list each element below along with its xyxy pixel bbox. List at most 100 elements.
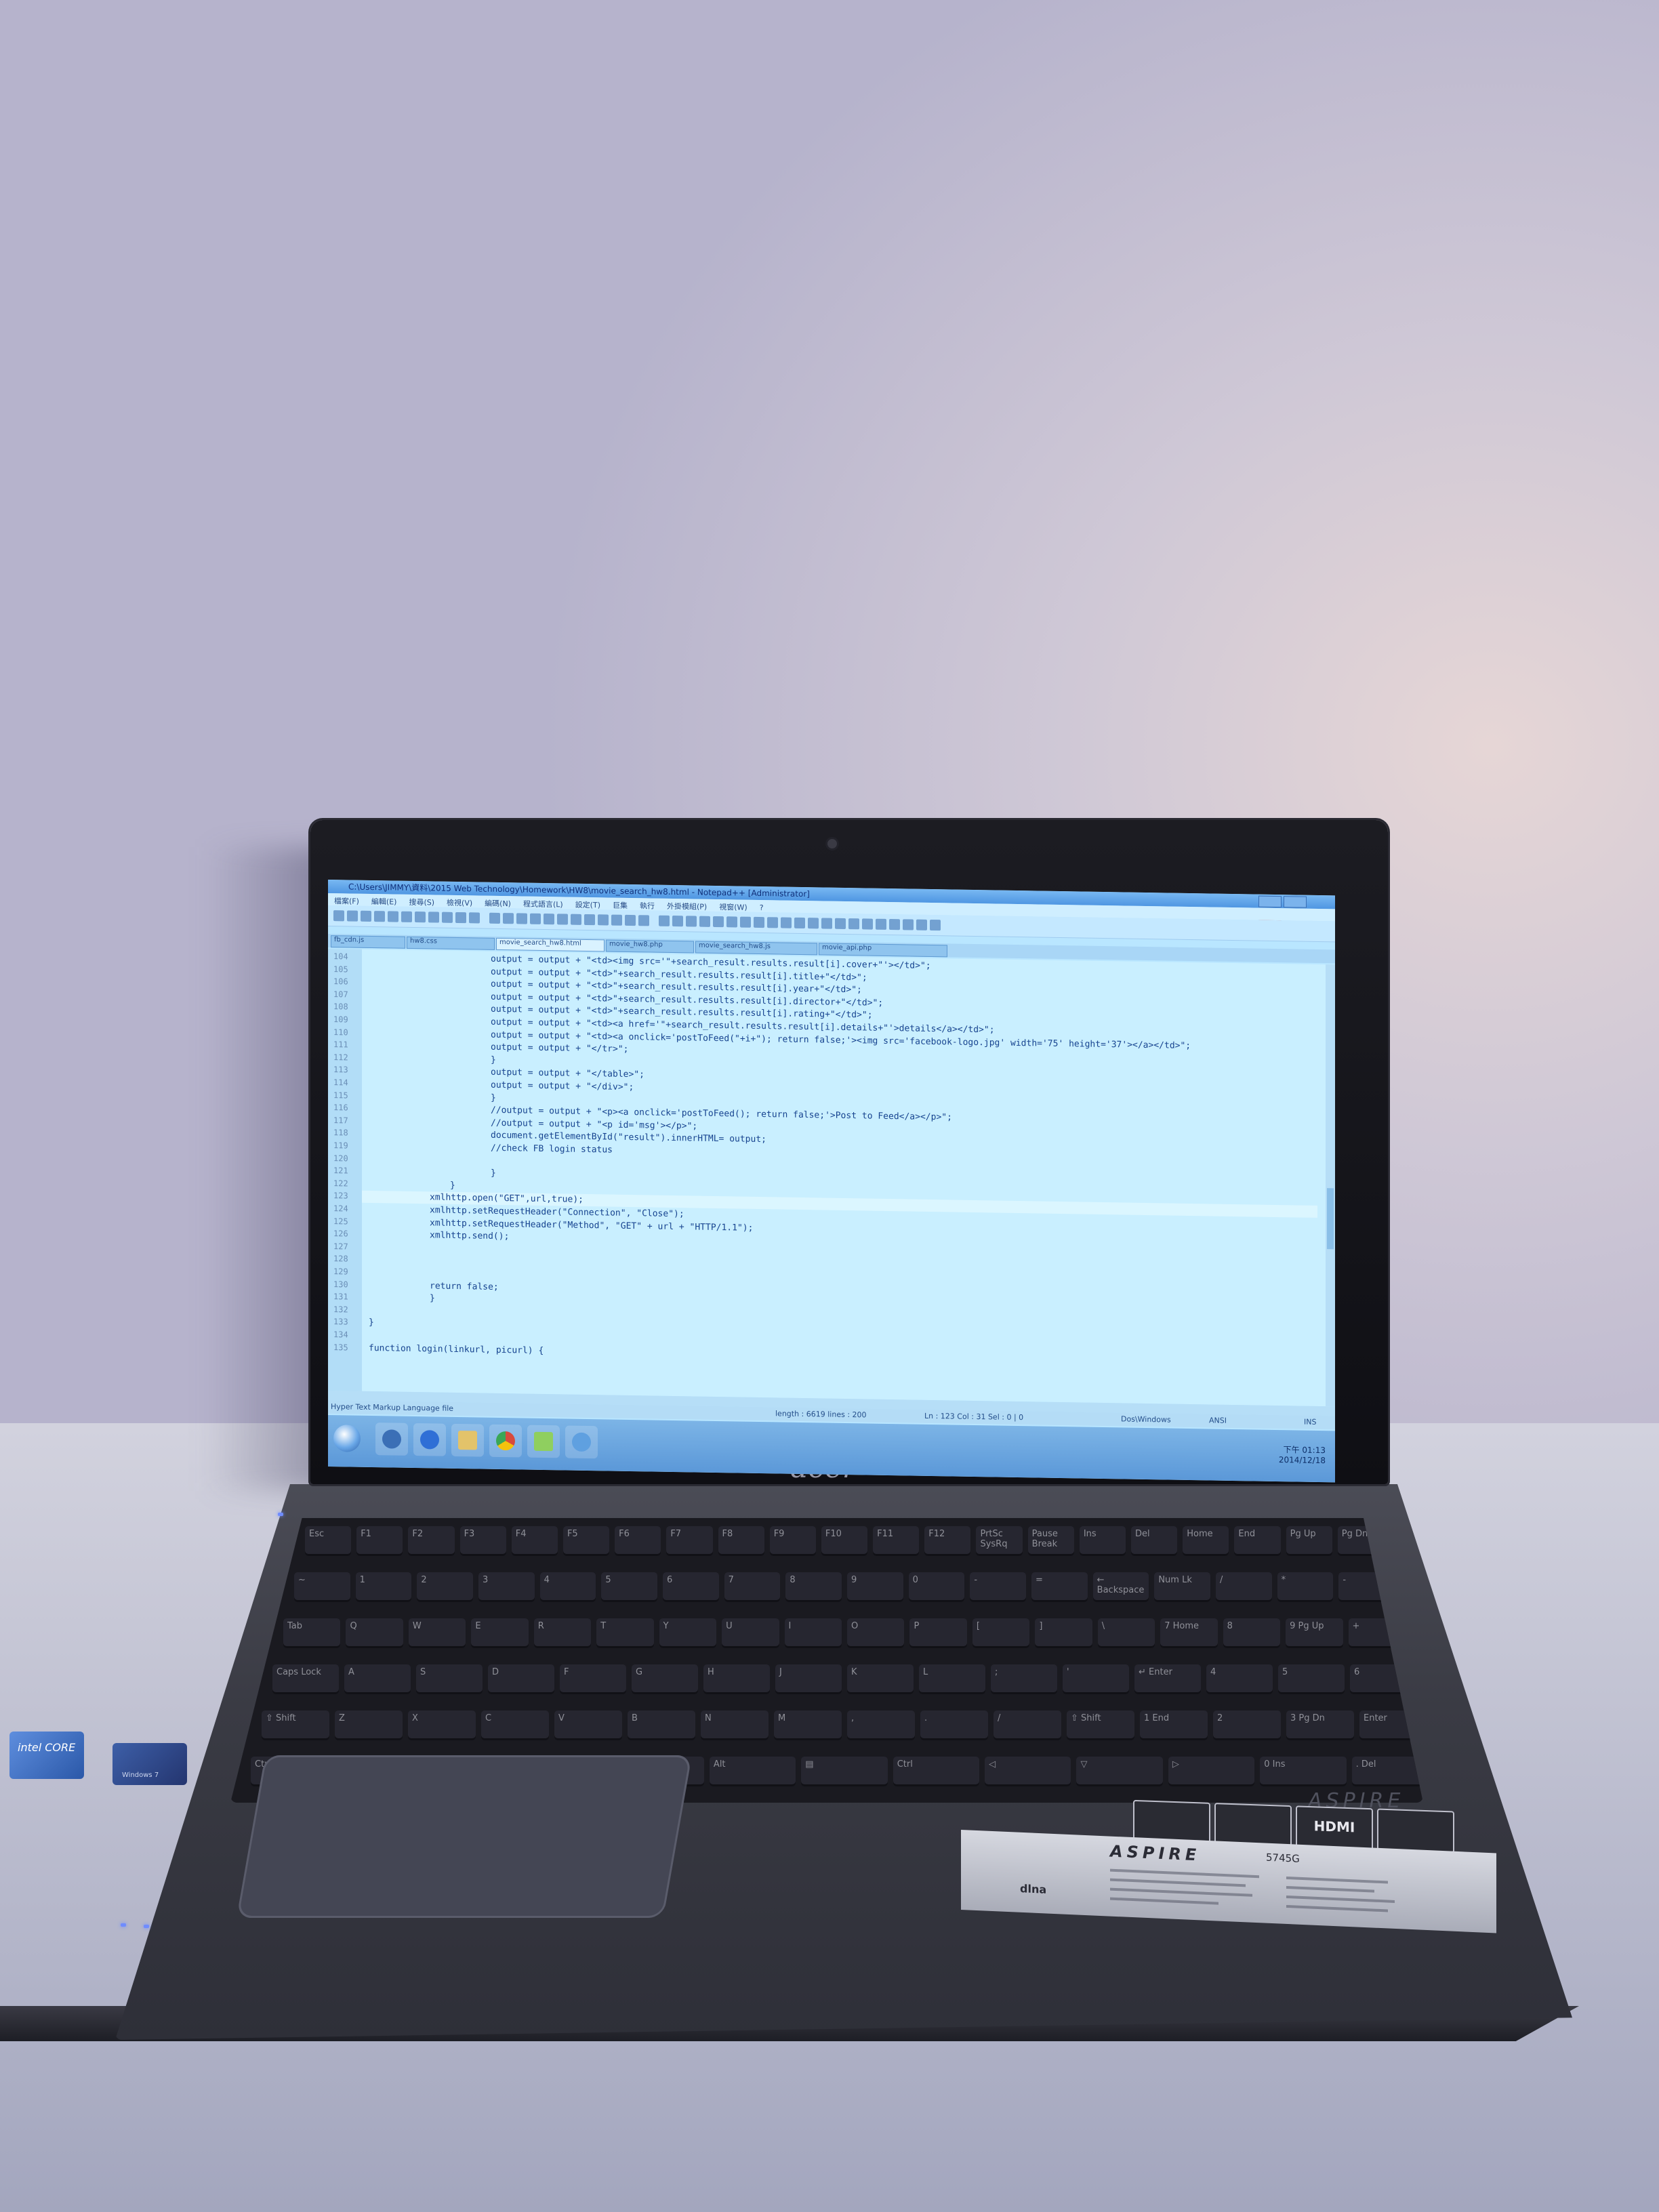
keyboard-key[interactable]: K <box>847 1664 914 1694</box>
keyboard-key[interactable]: 5 <box>601 1572 657 1602</box>
keyboard-key[interactable]: 7 Home <box>1160 1618 1218 1648</box>
keyboard-key[interactable]: 1 End <box>1140 1711 1208 1740</box>
toolbar-button-icon[interactable] <box>388 911 398 922</box>
keyboard-key[interactable]: V <box>554 1711 622 1740</box>
keyboard-key[interactable]: Del <box>1131 1526 1178 1556</box>
keyboard-key[interactable]: / <box>1216 1572 1272 1602</box>
toolbar-button-icon[interactable] <box>333 910 344 922</box>
keyboard-key[interactable]: . <box>920 1711 988 1740</box>
taskbar-ie-icon[interactable] <box>413 1422 446 1456</box>
keyboard-key[interactable]: X <box>408 1711 476 1740</box>
keyboard-key[interactable]: F4 <box>511 1526 558 1556</box>
keyboard-key[interactable]: Pause Break <box>1027 1526 1074 1556</box>
keyboard-key[interactable]: F3 <box>459 1526 506 1556</box>
touchpad[interactable] <box>236 1755 693 1918</box>
keyboard-key[interactable]: F6 <box>615 1526 661 1556</box>
keyboard-key[interactable]: M <box>774 1711 842 1740</box>
keyboard-key[interactable]: 2 <box>1213 1711 1281 1740</box>
keyboard-key[interactable]: L <box>919 1664 985 1694</box>
keyboard-key[interactable]: 1 <box>355 1572 412 1602</box>
keyboard-key[interactable]: / <box>994 1711 1061 1740</box>
toolbar-button-icon[interactable] <box>821 918 832 929</box>
toolbar-button-icon[interactable] <box>347 910 358 922</box>
start-button[interactable] <box>333 1425 361 1452</box>
keyboard-key[interactable]: D <box>488 1664 554 1694</box>
keyboard-key[interactable]: PrtSc SysRq <box>976 1526 1023 1556</box>
keyboard-key[interactable]: F7 <box>666 1526 713 1556</box>
minimize-button[interactable] <box>1258 895 1282 908</box>
toolbar-button-icon[interactable] <box>415 912 426 923</box>
toolbar-button-icon[interactable] <box>713 916 724 928</box>
editor-tab[interactable]: movie_search_hw8.js <box>695 941 817 956</box>
toolbar-button-icon[interactable] <box>699 916 710 927</box>
toolbar-button-icon[interactable] <box>557 914 568 925</box>
toolbar-button-icon[interactable] <box>889 919 900 930</box>
toolbar-button-icon[interactable] <box>930 919 941 931</box>
keyboard-key[interactable]: P <box>909 1618 967 1648</box>
toolbar-button-icon[interactable] <box>489 912 500 924</box>
keyboard-key[interactable]: Ctrl <box>893 1757 980 1786</box>
keyboard-key[interactable]: Esc <box>305 1526 352 1556</box>
toolbar-button-icon[interactable] <box>442 912 453 923</box>
toolbar-button-icon[interactable] <box>428 912 439 923</box>
code-editor[interactable]: 104 output = output + "<td><img src='"+se… <box>328 949 1335 1407</box>
toolbar-button-icon[interactable] <box>455 912 466 924</box>
maximize-button[interactable] <box>1284 896 1307 908</box>
toolbar-button-icon[interactable] <box>740 916 751 928</box>
editor-tab[interactable]: movie_hw8.php <box>606 939 694 954</box>
keyboard-key[interactable]: 6 <box>663 1572 719 1602</box>
toolbar-button-icon[interactable] <box>503 913 514 924</box>
toolbar-button-icon[interactable] <box>794 917 805 929</box>
keyboard-key[interactable]: F11 <box>873 1526 920 1556</box>
keyboard-key[interactable]: F2 <box>408 1526 455 1556</box>
toolbar-button-icon[interactable] <box>848 918 859 930</box>
keyboard-key[interactable]: Y <box>659 1618 717 1648</box>
keyboard-key[interactable]: 3 <box>478 1572 535 1602</box>
keyboard-key[interactable]: - <box>970 1572 1026 1602</box>
vertical-scrollbar[interactable] <box>1326 964 1335 1407</box>
keyboard-key[interactable]: U <box>722 1618 779 1648</box>
keyboard-key[interactable]: 0 <box>908 1572 965 1602</box>
taskbar-clock[interactable]: 下午 01:13 2014/12/18 <box>1279 1445 1326 1466</box>
scroll-thumb[interactable] <box>1327 1188 1334 1250</box>
keyboard-key[interactable]: Home <box>1183 1526 1229 1556</box>
keyboard-key[interactable]: Q <box>346 1618 403 1648</box>
toolbar-button-icon[interactable] <box>516 913 527 924</box>
keyboard-key[interactable]: E <box>471 1618 529 1648</box>
toolbar-button-icon[interactable] <box>808 918 819 929</box>
keyboard-key[interactable]: B <box>628 1711 695 1740</box>
keyboard-key[interactable]: ▽ <box>1076 1757 1163 1786</box>
keyboard-key[interactable]: Ins <box>1079 1526 1126 1556</box>
keyboard-key[interactable]: 2 <box>417 1572 473 1602</box>
keyboard-key[interactable]: 4 <box>539 1572 596 1602</box>
keyboard-key[interactable]: = <box>1031 1572 1088 1602</box>
keyboard-key[interactable]: A <box>344 1664 411 1694</box>
keyboard-key[interactable]: ▷ <box>1168 1757 1255 1786</box>
keyboard-key[interactable]: ' <box>1063 1664 1129 1694</box>
toolbar-button-icon[interactable] <box>876 918 886 930</box>
keyboard-key[interactable]: F <box>560 1664 626 1694</box>
editor-tab[interactable]: fb_cdn.js <box>331 935 405 949</box>
keyboard-key[interactable]: I <box>784 1618 842 1648</box>
keyboard-key[interactable]: J <box>775 1664 842 1694</box>
keyboard-key[interactable]: , <box>847 1711 915 1740</box>
toolbar-button-icon[interactable] <box>862 918 873 930</box>
toolbar-button-icon[interactable] <box>686 916 697 927</box>
keyboard-key[interactable]: N <box>701 1711 769 1740</box>
menu-item[interactable]: 巨集 <box>613 900 628 911</box>
toolbar-button-icon[interactable] <box>835 918 846 930</box>
keyboard-key[interactable]: 8 <box>785 1572 842 1602</box>
toolbar-button-icon[interactable] <box>726 916 737 928</box>
keyboard-key[interactable]: F9 <box>769 1526 816 1556</box>
keyboard-key[interactable]: R <box>533 1618 592 1648</box>
taskbar-media-player-icon[interactable] <box>375 1422 408 1456</box>
keyboard-key[interactable]: G <box>632 1664 698 1694</box>
menu-item[interactable]: 執行 <box>640 900 655 911</box>
keyboard-key[interactable]: 8 <box>1223 1618 1281 1648</box>
toolbar-button-icon[interactable] <box>611 914 622 926</box>
keyboard-key[interactable]: ◁ <box>985 1757 1071 1786</box>
keyboard-key[interactable]: F8 <box>718 1526 764 1556</box>
keyboard-key[interactable]: ← Backspace <box>1092 1572 1149 1602</box>
toolbar-button-icon[interactable] <box>781 917 792 928</box>
toolbar-button-icon[interactable] <box>625 914 636 926</box>
